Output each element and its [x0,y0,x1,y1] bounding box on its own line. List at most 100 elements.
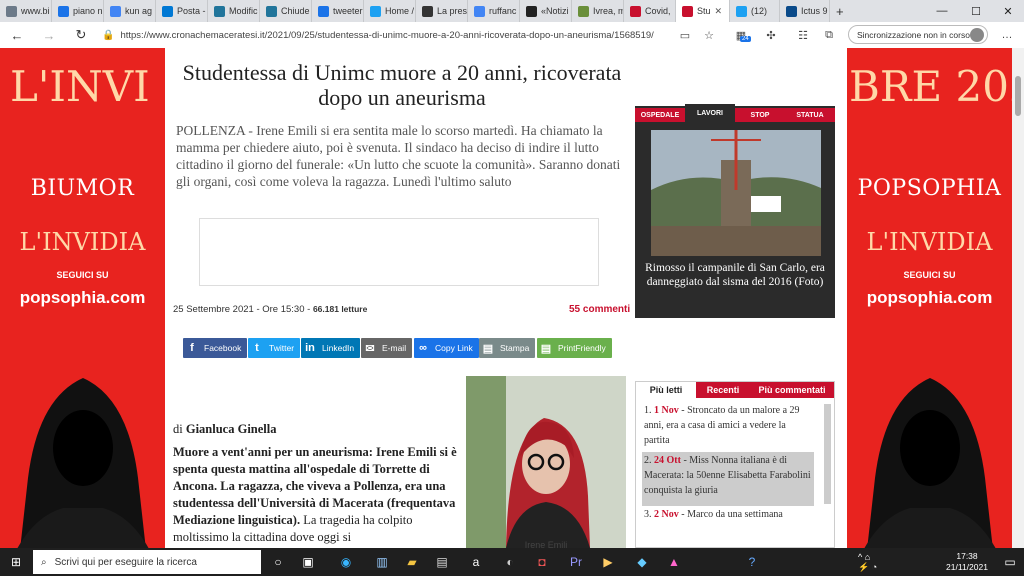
browser-tab[interactable]: piano n [52,0,104,22]
maximize-icon[interactable]: ☐ [960,0,992,22]
popular-item[interactable]: 1. 1 Nov - Stroncato da un malore a 29 a… [642,402,814,448]
slider-caption[interactable]: Rimosso il campanile di San Carlo, era d… [641,261,829,289]
popular-tabs: Più letti Recenti Più commentati [636,382,834,398]
share-label: Stampa [500,343,530,353]
app-icon[interactable]: ▶ [598,552,618,572]
app-icon[interactable]: ◐ [500,552,520,572]
share-printfriendly-button[interactable]: ▤ PrintFriendly [537,338,612,358]
article-reads: 66.181 letture [312,304,368,314]
slider-image[interactable] [651,130,821,256]
browser-tab[interactable]: Ictus 9 [780,0,830,22]
ad-follow: SEGUICI SU [903,270,956,280]
favorite-icon[interactable]: ☆ [700,26,718,44]
tab-label: «Notizi [541,6,569,16]
cortana-icon[interactable]: ○ [268,552,288,572]
refresh-icon[interactable]: ↻ [70,24,92,46]
app-icon[interactable]: ▲ [664,552,684,572]
wordpress-icon [266,5,277,17]
ad-brand: POPSOPHIA [857,176,1002,201]
popular-tab[interactable]: Più commentati [750,382,834,398]
popular-tab[interactable]: Più letti [636,382,696,398]
close-tab-icon[interactable]: ✕ [715,6,723,17]
favorites-bar-icon[interactable]: ☷ [794,26,812,44]
forward-icon[interactable]: → [38,24,60,46]
browser-tab[interactable]: Stu ✕ [676,0,730,22]
browser-tab[interactable]: ruffanc [468,0,520,22]
browser-tab[interactable]: www.bi [0,0,52,22]
browser-tab[interactable]: Posta - [156,0,208,22]
popular-item[interactable]: 3. 2 Nov - Marco da una settimana [642,506,814,546]
help-icon[interactable]: ? [742,552,762,572]
slider-tab-ospedale[interactable]: OSPEDALE [635,108,685,122]
slider-tab-stop[interactable]: STOP [735,108,785,122]
popular-item-num: 2. [644,455,652,466]
inline-ad-slot [199,218,599,286]
ad-site: popsophia.com [866,288,993,307]
task-view-icon[interactable]: ▣ [298,552,318,572]
back-icon[interactable]: ← [6,24,28,46]
store-icon[interactable]: ▥ [372,552,392,572]
popular-item-num: 3. [644,509,652,520]
browser-tab[interactable]: (12) [730,0,780,22]
byline: di Gianluca Ginella [173,422,277,437]
browser-tab[interactable]: Ivrea, m [572,0,624,22]
new-tab-icon[interactable]: + [830,0,848,22]
reader-icon[interactable]: ▭ [676,26,694,44]
popular-item-date: 2 Nov [654,509,679,520]
app-icon[interactable]: ▤ [432,552,452,572]
url-field[interactable]: 🔒 https://www.cronachemaceratesi.it/2021… [102,25,662,45]
browser-tab[interactable]: kun ag [104,0,156,22]
browser-tab[interactable]: Chiude [260,0,312,22]
popular-item[interactable]: 2. 24 Ott - Miss Nonna italiana è di Mac… [642,452,814,506]
left-ad-banner[interactable]: L'INVI BIUMOR L'INVIDIA SEGUICI SU popso… [0,48,165,548]
popular-scrollbar[interactable] [824,404,831,504]
mail-icon [162,5,173,17]
byline-prefix: di [173,422,186,436]
share-mail-button[interactable]: ✉ E-mail [361,338,413,358]
page-icon [578,5,589,17]
close-window-icon[interactable]: ✕ [992,0,1024,22]
office-icon[interactable]: ◘ [532,552,552,572]
ad-headline: L'INVI [10,62,150,111]
mail-icon: ✉ [365,342,375,355]
clock[interactable]: 17:38 21/11/2021 [938,551,996,573]
notification-icon[interactable]: ▭ [1000,552,1020,572]
popular-tab[interactable]: Recenti [696,382,750,398]
puzzle-icon[interactable]: ✣ [762,26,780,44]
scroll-thumb[interactable] [1015,76,1021,116]
minimize-icon[interactable]: — [926,0,958,22]
app-icon[interactable]: ◆ [632,552,652,572]
share-link-button[interactable]: ∞ Copy Link [414,338,479,358]
amazon-icon[interactable]: a [466,552,486,572]
browser-tab[interactable]: La pres [416,0,468,22]
browser-tab[interactable]: «Notizi [520,0,572,22]
windows-start-icon[interactable]: ⊞ [6,552,26,572]
browser-tab[interactable]: Home / [364,0,416,22]
browser-tab[interactable]: Covid, [624,0,676,22]
share-print-button[interactable]: ▤ Stampa [479,338,536,358]
right-ad-banner[interactable]: BRE 2021 POPSOPHIA L'INVIDIA SEGUICI SU … [847,48,1012,548]
article-lead: POLLENZA - Irene Emili si era sentita ma… [176,123,621,189]
browser-tab[interactable]: Modific [208,0,260,22]
author-name[interactable]: Gianluca Ginella [186,422,277,436]
taskbar-search[interactable]: ⌕ Scrivi qui per eseguire la ricerca [33,550,261,574]
cm-icon [682,5,693,17]
slider-tab-lavori[interactable]: LAVORI [685,104,735,122]
article-photo[interactable] [466,376,626,548]
comments-link[interactable]: 55 commenti [569,304,630,315]
file-explorer-icon[interactable]: ▰ [402,552,422,572]
slider-tab-statua[interactable]: STATUA [785,108,835,122]
share-label: Facebook [204,343,242,353]
system-tray-icons[interactable]: ^ ⌂ ⚡ ◔ [858,552,878,572]
share-facebook-button[interactable]: f Facebook [183,338,248,358]
share-linkedin-button[interactable]: in LinkedIn [301,338,361,358]
collections-icon[interactable]: ⧉ [820,26,838,44]
premiere-icon[interactable]: Pr [566,552,586,572]
browser-tab[interactable]: tweeter [312,0,364,22]
menu-icon[interactable]: … [998,26,1016,44]
share-twitter-button[interactable]: t Twitter [248,338,301,358]
page-scrollbar[interactable] [1012,48,1024,548]
photo-slider: OSPEDALE LAVORI STOP STATUA Rimosso il camp… [635,104,835,318]
sync-button[interactable]: Sincronizzazione non in corso [848,25,988,44]
edge-icon[interactable]: ◉ [336,552,356,572]
